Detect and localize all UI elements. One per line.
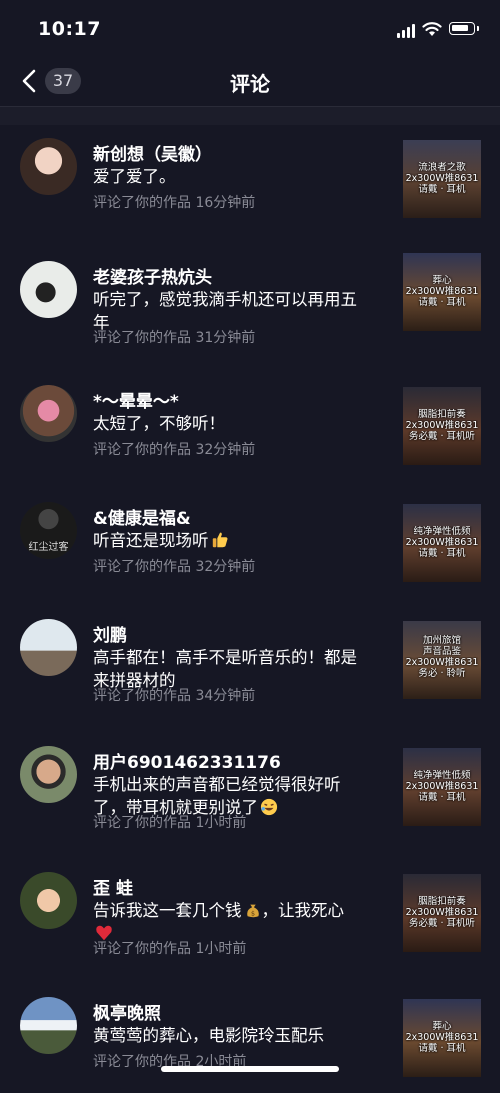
home-indicator[interactable] <box>161 1066 339 1072</box>
comment-author[interactable]: &健康是福& <box>93 504 191 529</box>
page-title: 评论 <box>230 72 270 96</box>
thumbnail-caption: 加州旅馆 声音品鉴 2x300W推8631 务必 · 聆听 <box>405 635 479 679</box>
comment-author[interactable]: 歪 蛙 <box>93 874 133 899</box>
thumbnail-caption: 胭脂扣前奏 2x300W推8631 务必戴 · 耳机听 <box>405 896 479 929</box>
comment-meta: 评论了你的作品 32分钟前 <box>93 559 256 575</box>
video-thumbnail[interactable]: 葬心 2x300W推8631 请戴 · 耳机 <box>403 999 481 1077</box>
thumbs-up-emoji <box>212 532 227 548</box>
comment-item[interactable]: 用户6901462331176 手机出来的声音都已经觉得很好听 了，带耳机就更别说… <box>0 732 500 858</box>
comment-author[interactable]: 枫亭晚照 <box>93 999 161 1024</box>
video-thumbnail[interactable]: 加州旅馆 声音品鉴 2x300W推8631 务必 · 聆听 <box>403 621 481 699</box>
avatar[interactable] <box>20 619 77 676</box>
comment-item[interactable]: 枫亭晚照 黄莺莺的葬心，电影院玲玉配乐 评论了你的作品 2小时前 葬心 2x300… <box>0 983 500 1093</box>
comment-item[interactable]: 老婆孩子热炕头 听完了，感觉我滴手机还可以再用五年 评论了你的作品 31分钟前 … <box>0 247 500 371</box>
video-thumbnail[interactable]: 胭脂扣前奏 2x300W推8631 务必戴 · 耳机听 <box>403 387 481 465</box>
comment-author[interactable]: *～晕晕～* <box>93 387 179 412</box>
thumbnail-caption: 葬心 2x300W推8631 请戴 · 耳机 <box>405 275 479 308</box>
comment-text: 听音还是现场听 <box>93 529 393 552</box>
comment-text: 爱了爱了。 <box>93 167 176 186</box>
section-divider <box>0 106 500 125</box>
video-thumbnail[interactable]: 流浪者之歌 2x300W推8631 请戴 · 耳机 <box>403 140 481 218</box>
thumbnail-caption: 纯净弹性低频 2x300W推8631 请戴 · 耳机 <box>405 526 479 559</box>
status-time: 10:17 <box>38 18 101 40</box>
comment-author[interactable]: 用户6901462331176 <box>93 748 281 773</box>
comment-item[interactable]: 红尘过客 &健康是福& 听音还是现场听 评论了你的作品 32分钟前 纯净弹性低频… <box>0 488 500 605</box>
svg-text:$: $ <box>250 910 254 917</box>
comment-meta: 评论了你的作品 1小时前 <box>93 941 247 957</box>
comment-item[interactable]: *～晕晕～* 太短了，不够听！ 评论了你的作品 32分钟前 胭脂扣前奏 2x300… <box>0 371 500 488</box>
comment-item[interactable]: 歪 蛙 告诉我这一套几个钱 $ ，让我死心 评论了你的作品 1小时前 胭脂扣前奏 2x… <box>0 858 500 983</box>
comment-meta: 评论了你的作品 31分钟前 <box>93 330 256 346</box>
comment-meta: 评论了你的作品 32分钟前 <box>93 442 256 458</box>
comment-author[interactable]: 刘鹏 <box>93 621 127 646</box>
video-thumbnail[interactable]: 纯净弹性低频 2x300W推8631 请戴 · 耳机 <box>403 748 481 826</box>
comment-meta: 评论了你的作品 16分钟前 <box>93 195 256 211</box>
avatar[interactable] <box>20 261 77 318</box>
thumbnail-caption: 流浪者之歌 2x300W推8631 请戴 · 耳机 <box>405 162 479 195</box>
avatar[interactable] <box>20 746 77 803</box>
comment-item[interactable]: 新创想（吴徽） 爱了爱了。 评论了你的作品 16分钟前 流浪者之歌 2x300W推… <box>0 124 500 247</box>
video-thumbnail[interactable]: 胭脂扣前奏 2x300W推8631 务必戴 · 耳机听 <box>403 874 481 952</box>
wifi-icon <box>422 22 442 36</box>
thumbnail-caption: 纯净弹性低频 2x300W推8631 请戴 · 耳机 <box>405 770 479 803</box>
comment-author[interactable]: 新创想（吴徽） <box>93 140 212 165</box>
laughing-emoji <box>260 798 278 816</box>
comment-text: 太短了，不够听！ <box>93 414 225 433</box>
avatar[interactable] <box>20 997 77 1054</box>
avatar[interactable] <box>20 138 77 195</box>
comment-author[interactable]: 老婆孩子热炕头 <box>93 263 212 288</box>
video-thumbnail[interactable]: 葬心 2x300W推8631 请戴 · 耳机 <box>403 253 481 331</box>
money-bag-emoji: $ <box>246 904 259 917</box>
comment-item[interactable]: 刘鹏 高手都在！高手不是听音乐的！都是 来拼器材的 评论了你的作品 34分钟前 加… <box>0 605 500 732</box>
comment-meta: 评论了你的作品 34分钟前 <box>93 688 256 704</box>
thumbnail-caption: 胭脂扣前奏 2x300W推8631 务必戴 · 耳机听 <box>405 409 479 442</box>
avatar-caption: 红尘过客 <box>28 542 69 553</box>
comment-meta: 评论了你的作品 1小时前 <box>93 815 247 831</box>
video-thumbnail[interactable]: 纯净弹性低频 2x300W推8631 请戴 · 耳机 <box>403 504 481 582</box>
comment-list: 新创想（吴徽） 爱了爱了。 评论了你的作品 16分钟前 流浪者之歌 2x300W推… <box>0 124 500 1093</box>
thumbnail-caption: 葬心 2x300W推8631 请戴 · 耳机 <box>405 1021 479 1054</box>
battery-icon <box>449 22 479 35</box>
avatar[interactable]: 红尘过客 <box>20 502 77 559</box>
nav-bar: 37 评论 <box>0 60 500 106</box>
status-bar: 10:17 <box>0 0 500 60</box>
avatar[interactable] <box>20 385 77 442</box>
avatar[interactable] <box>20 872 77 929</box>
signal-icon <box>397 24 417 38</box>
comment-text: 黄莺莺的葬心，电影院玲玉配乐 <box>93 1026 324 1045</box>
